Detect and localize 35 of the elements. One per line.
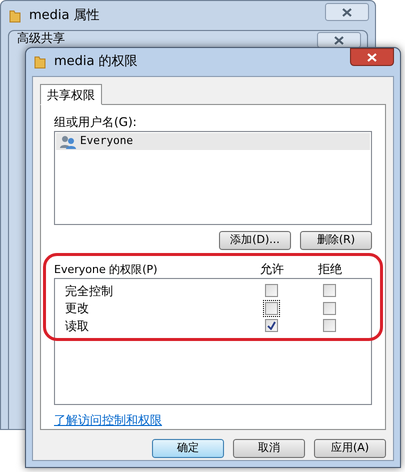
checkbox[interactable] — [320, 282, 338, 300]
check-icon — [266, 321, 276, 330]
help-link[interactable]: 了解访问控制和权限 — [54, 413, 162, 427]
tab[interactable]: 共享权限 — [40, 84, 102, 105]
permission-name: 完全控制 — [65, 282, 114, 300]
folder-icon — [34, 55, 46, 69]
close-button[interactable] — [350, 48, 394, 66]
dialog-button[interactable]: 取消 — [233, 439, 305, 458]
permission-name: 更改 — [65, 300, 90, 318]
checkbox[interactable] — [262, 317, 280, 334]
column-header: 拒绝 — [317, 261, 343, 278]
dialog-button[interactable]: 确定 — [152, 439, 224, 458]
permissions-label: Everyone 的权限(P) — [54, 262, 158, 278]
checkbox[interactable] — [320, 317, 338, 334]
window-title: media 属性 — [29, 7, 100, 26]
column-header: 允许 — [259, 261, 285, 278]
checkbox[interactable] — [262, 282, 280, 300]
dialog-button[interactable]: 添加(D)... — [219, 231, 291, 250]
close-icon — [342, 8, 352, 16]
close-icon — [367, 52, 377, 62]
users-icon — [60, 134, 76, 148]
list-item[interactable]: Everyone — [56, 133, 370, 150]
close-icon — [334, 36, 344, 44]
window-title: 高级共享 — [17, 31, 65, 45]
dialog-button[interactable]: 应用(A) — [314, 439, 386, 458]
user-name: Everyone — [80, 133, 133, 150]
checkbox[interactable] — [320, 300, 338, 317]
close-button[interactable] — [317, 32, 361, 48]
permission-name: 读取 — [65, 318, 90, 335]
list-label: 组或用户名(G): — [54, 114, 138, 131]
dialog-button[interactable]: 删除(R) — [300, 231, 372, 250]
checkbox[interactable] — [262, 300, 280, 317]
folder-icon — [9, 9, 21, 23]
window-title: media 的权限 — [54, 53, 138, 72]
close-button[interactable] — [325, 3, 369, 21]
